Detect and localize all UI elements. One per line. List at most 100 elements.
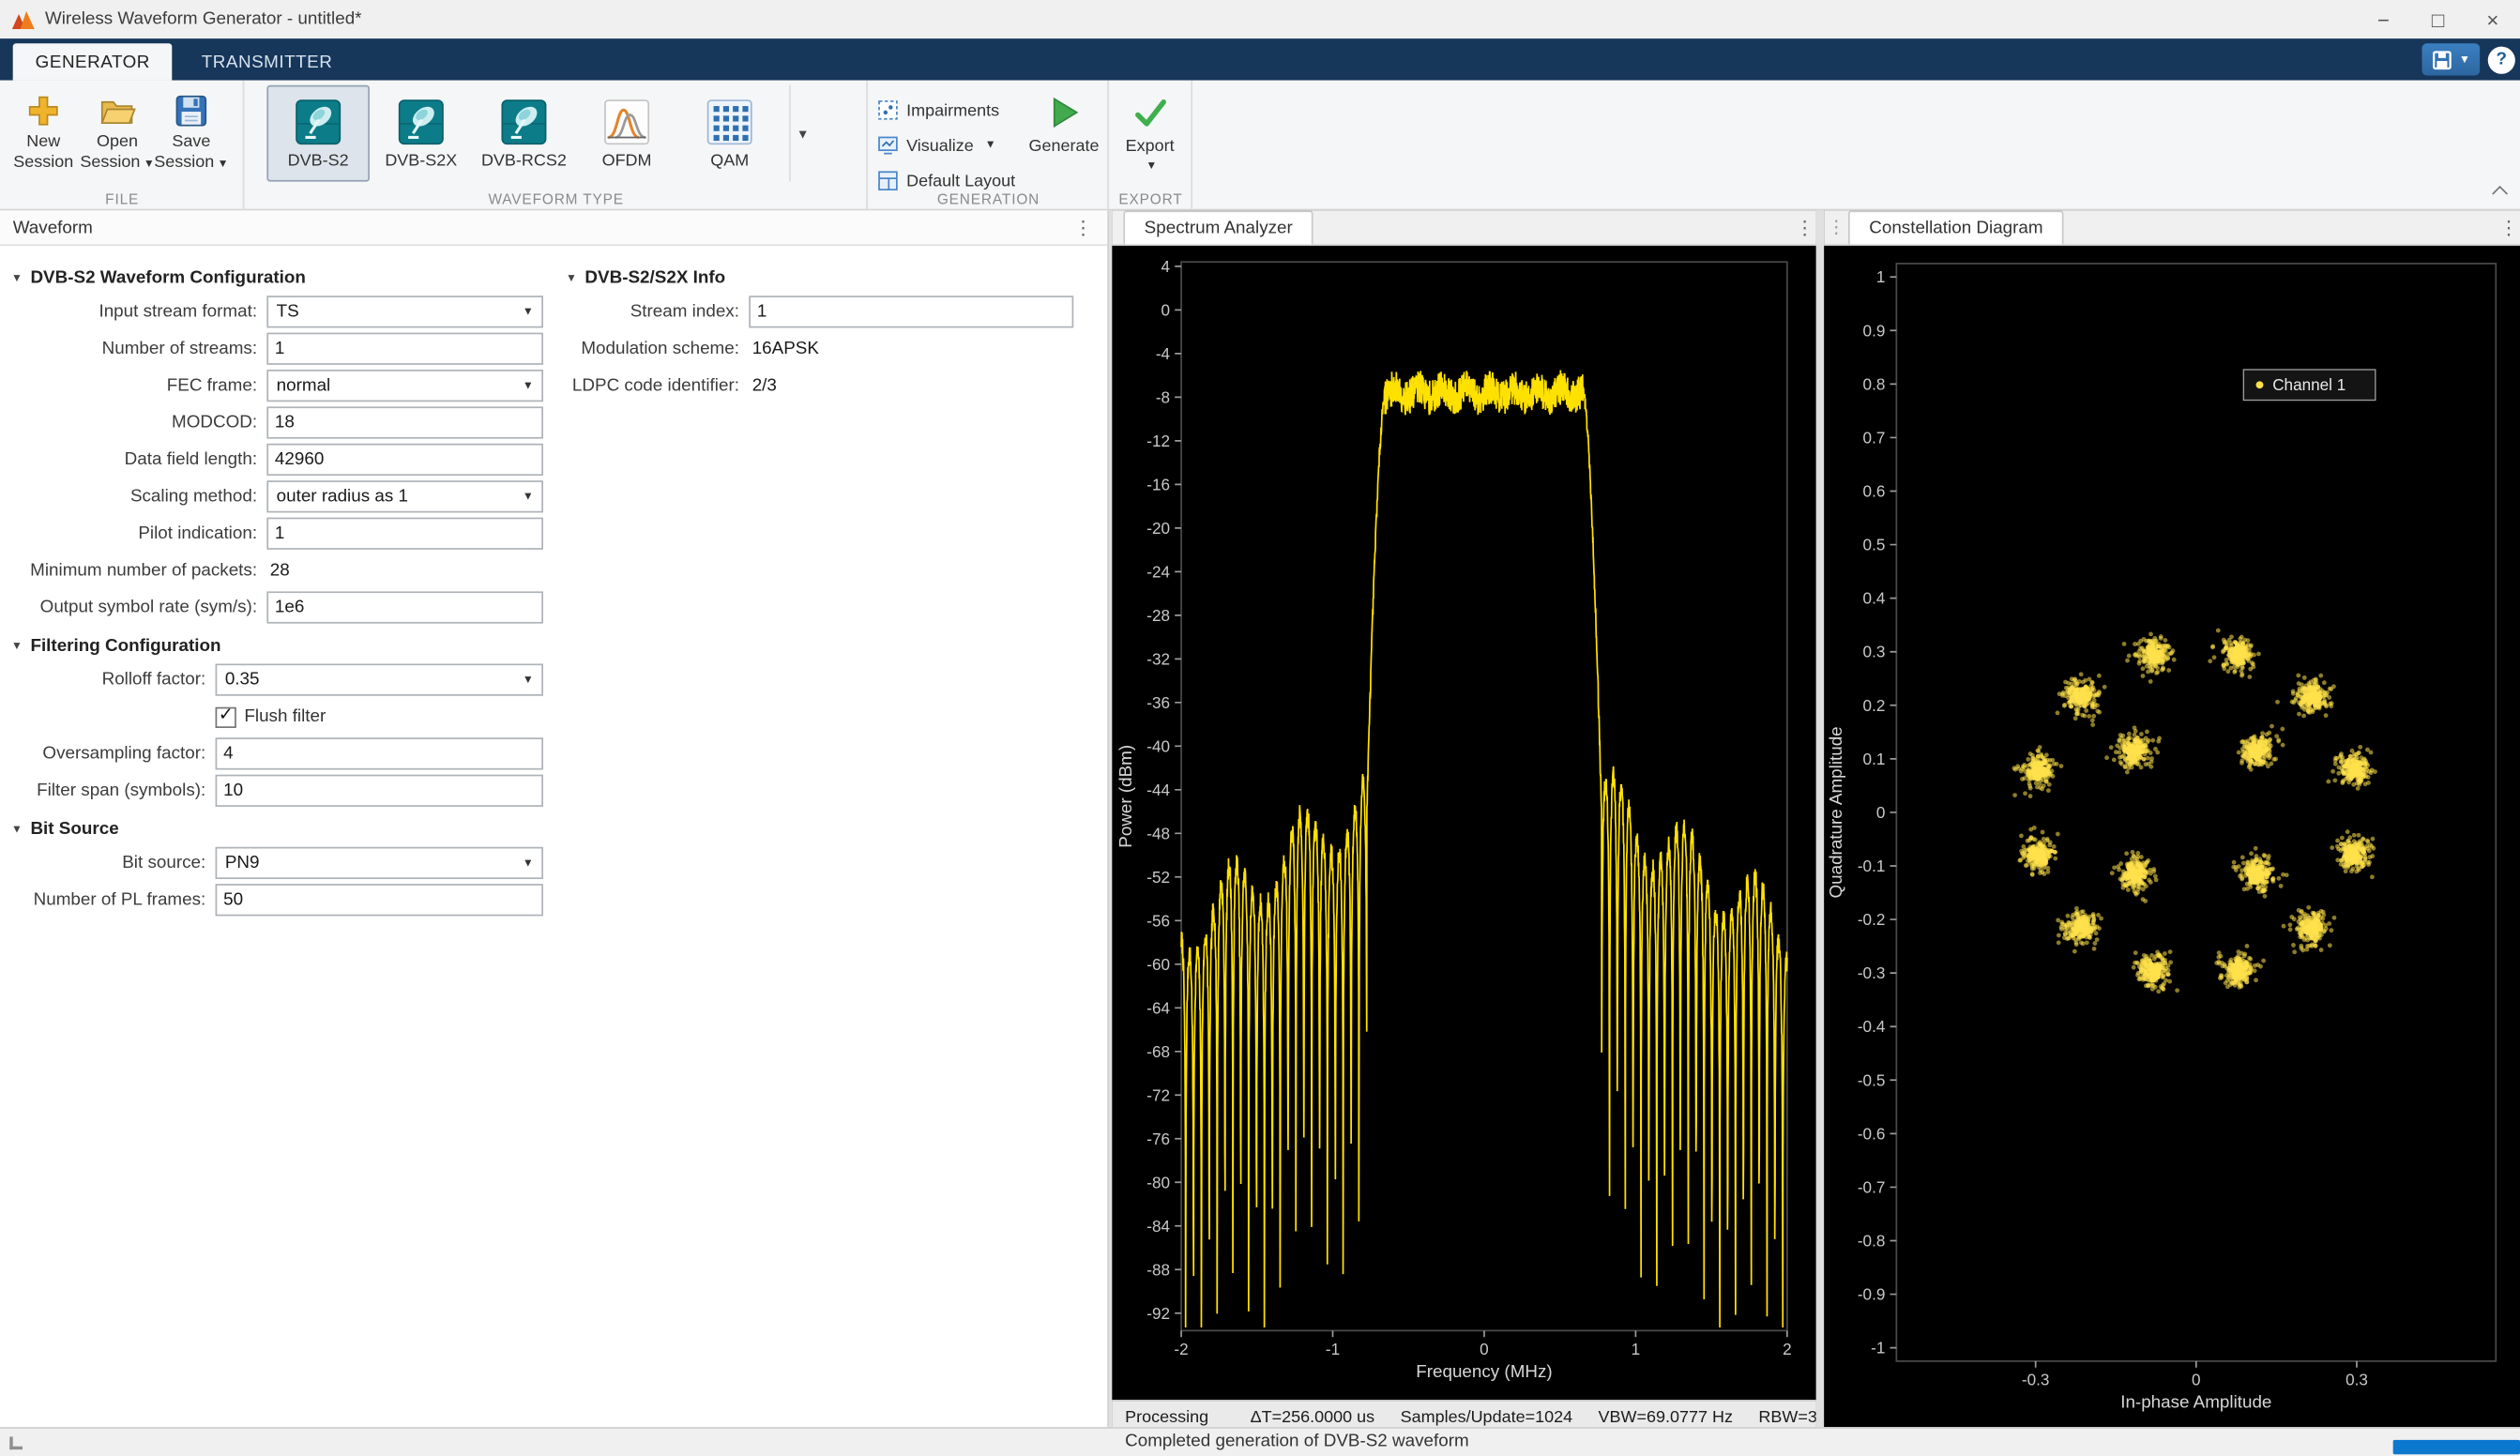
output-symbol-rate-input[interactable] <box>266 591 543 623</box>
svg-text:-0.9: -0.9 <box>1858 1285 1886 1304</box>
svg-text:-72: -72 <box>1146 1085 1170 1104</box>
ribbon-section-export: Export ▼ <box>1109 81 1192 209</box>
panel-splitter[interactable] <box>1816 210 1825 1427</box>
rolloff-dropdown[interactable]: 0.35▼ <box>216 663 543 695</box>
help-icon: ? <box>2497 50 2508 69</box>
quick-access-toolbar: ▼ ? <box>2422 42 2515 78</box>
new-session-button[interactable]: New Session <box>7 85 81 173</box>
fec-frame-dropdown[interactable]: normal▼ <box>266 370 543 402</box>
section-header-bit-source[interactable]: ▼ Bit Source <box>11 820 1107 840</box>
oversampling-input[interactable] <box>216 737 543 769</box>
status-message: Completed generation of DVB-S2 waveform <box>1125 1432 1469 1451</box>
ribbon-section-waveform-type: DVB-S2 DVB-S2X DVB-RCS2 OFDM QAM ▼ <box>244 81 868 209</box>
pilot-indication-label: Pilot indication: <box>13 523 257 543</box>
chevron-down-icon: ▼ <box>218 159 229 170</box>
maximize-icon: □ <box>2432 8 2444 32</box>
num-pl-frames-input[interactable] <box>216 884 543 916</box>
generate-label: Generate <box>1028 137 1099 157</box>
stream-index-input[interactable] <box>749 296 1073 327</box>
waveform-type-section-label: WAVEFORM TYPE <box>244 191 868 207</box>
waveform-type-label: DVB-S2X <box>385 150 457 170</box>
svg-text:-36: -36 <box>1146 693 1170 712</box>
chevron-down-icon: ▼ <box>985 140 996 151</box>
waveform-type-label: QAM <box>710 150 749 170</box>
modcod-input[interactable] <box>266 406 543 438</box>
pilot-indication-input[interactable] <box>266 518 543 550</box>
constellation-points <box>2012 629 2377 994</box>
save-session-button[interactable]: Save Session▼ <box>154 85 228 175</box>
tab-transmitter[interactable]: TRANSMITTER <box>179 43 356 80</box>
flush-filter-checkbox[interactable]: ✓ <box>216 706 236 727</box>
tab-constellation-diagram[interactable]: Constellation Diagram <box>1848 210 2064 244</box>
section-header-info[interactable]: ▼ DVB-S2/S2X Info <box>566 268 1104 288</box>
section-header-filtering[interactable]: ▼ Filtering Configuration <box>11 636 1107 656</box>
help-button[interactable]: ? <box>2488 46 2515 73</box>
export-button[interactable]: Export ▼ <box>1116 85 1185 173</box>
svg-text:0: 0 <box>1161 300 1171 319</box>
waveform-type-dvb-s2[interactable]: DVB-S2 <box>266 85 370 182</box>
quick-save-button[interactable]: ▼ <box>2422 43 2481 75</box>
maximize-button[interactable]: □ <box>2411 0 2466 38</box>
data-field-length-input[interactable] <box>266 444 543 476</box>
bit-source-dropdown[interactable]: PN9▼ <box>216 847 543 879</box>
output-symbol-rate-label: Output symbol rate (sym/s): <box>13 598 257 617</box>
svg-text:-88: -88 <box>1146 1260 1170 1279</box>
svg-text:-0.7: -0.7 <box>1858 1177 1886 1196</box>
window-title: Wireless Waveform Generator - untitled* <box>45 9 362 29</box>
svg-text:0.7: 0.7 <box>1863 428 1886 447</box>
tab-spectrum-analyzer[interactable]: Spectrum Analyzer <box>1123 210 1313 244</box>
drag-handle-icon[interactable]: ⋮ <box>1828 217 1845 237</box>
export-section-label: EXPORT <box>1109 191 1192 207</box>
panel-menu-icon[interactable]: ⋮ <box>1072 216 1095 238</box>
svg-text:-60: -60 <box>1146 955 1170 974</box>
section-title-filtering: Filtering Configuration <box>30 636 220 656</box>
modulation-scheme-label: Modulation scheme: <box>566 339 739 358</box>
waveform-panel: Waveform ⋮ ▼ DVB-S2 Waveform Configurati… <box>0 210 1109 1427</box>
constellation-plot-area: 10.90.80.70.60.50.40.30.20.10-0.1-0.2-0.… <box>1824 246 2520 1432</box>
open-session-button[interactable]: Open Session▼ <box>81 85 155 175</box>
close-button[interactable]: × <box>2466 0 2520 38</box>
svg-text:0.3: 0.3 <box>2345 1371 2368 1389</box>
spectrum-status-dt: ΔT=256.0000 us <box>1251 1407 1375 1427</box>
input-stream-format-dropdown[interactable]: TS▼ <box>266 296 543 327</box>
waveform-type-dvb-s2x[interactable]: DVB-S2X <box>370 85 473 182</box>
file-section-label: FILE <box>0 191 244 207</box>
minimize-icon: − <box>2377 8 2390 32</box>
tab-generator[interactable]: GENERATOR <box>13 43 173 80</box>
impairments-icon <box>877 99 898 120</box>
impairments-label: Impairments <box>906 100 999 120</box>
chevron-down-icon: ▼ <box>523 491 534 502</box>
svg-text:-68: -68 <box>1146 1042 1170 1061</box>
waveform-type-ofdm[interactable]: OFDM <box>575 85 678 182</box>
visualize-button[interactable]: Visualize ▼ <box>871 130 1026 161</box>
svg-text:-1: -1 <box>1326 1340 1340 1358</box>
impairments-button[interactable]: Impairments <box>871 95 1026 126</box>
minimize-button[interactable]: − <box>2356 0 2410 38</box>
dropdown-value: 0.35 <box>225 670 260 690</box>
svg-text:-0.2: -0.2 <box>1858 910 1886 929</box>
oversampling-label: Oversampling factor: <box>13 744 206 764</box>
constellation-legend: Channel 1 <box>2243 370 2375 401</box>
chevron-down-icon: ▼ <box>144 159 155 170</box>
new-session-label-1: New <box>26 131 60 151</box>
waveform-type-dvb-rcs2[interactable]: DVB-RCS2 <box>473 85 576 182</box>
svg-text:-1: -1 <box>1871 1339 1885 1357</box>
scaling-method-dropdown[interactable]: outer radius as 1▼ <box>266 480 543 512</box>
number-of-streams-input[interactable] <box>266 333 543 365</box>
svg-text:0.5: 0.5 <box>1863 536 1886 554</box>
filter-span-input[interactable] <box>216 775 543 807</box>
rolloff-label: Rolloff factor: <box>13 670 206 690</box>
dock-handle-icon <box>9 1436 23 1449</box>
spectrum-plot: 40-4-8-12-16-20-24-28-32-36-40-44-48-52-… <box>1112 246 1815 1395</box>
generation-section-label: GENERATION <box>868 191 1109 207</box>
generate-button[interactable]: Generate <box>1027 85 1101 156</box>
waveform-type-more-button[interactable]: ▼ <box>789 85 814 182</box>
panel-menu-icon[interactable]: ⋮ <box>2497 216 2520 238</box>
waveform-type-label: DVB-S2 <box>288 150 349 170</box>
waveform-type-label: DVB-RCS2 <box>481 150 567 170</box>
panel-menu-icon[interactable]: ⋮ <box>1794 216 1816 238</box>
chevron-down-icon: ▼ <box>523 857 534 869</box>
satellite-icon <box>397 98 445 145</box>
waveform-type-qam[interactable]: QAM <box>678 85 782 182</box>
svg-text:0.1: 0.1 <box>1863 750 1886 768</box>
